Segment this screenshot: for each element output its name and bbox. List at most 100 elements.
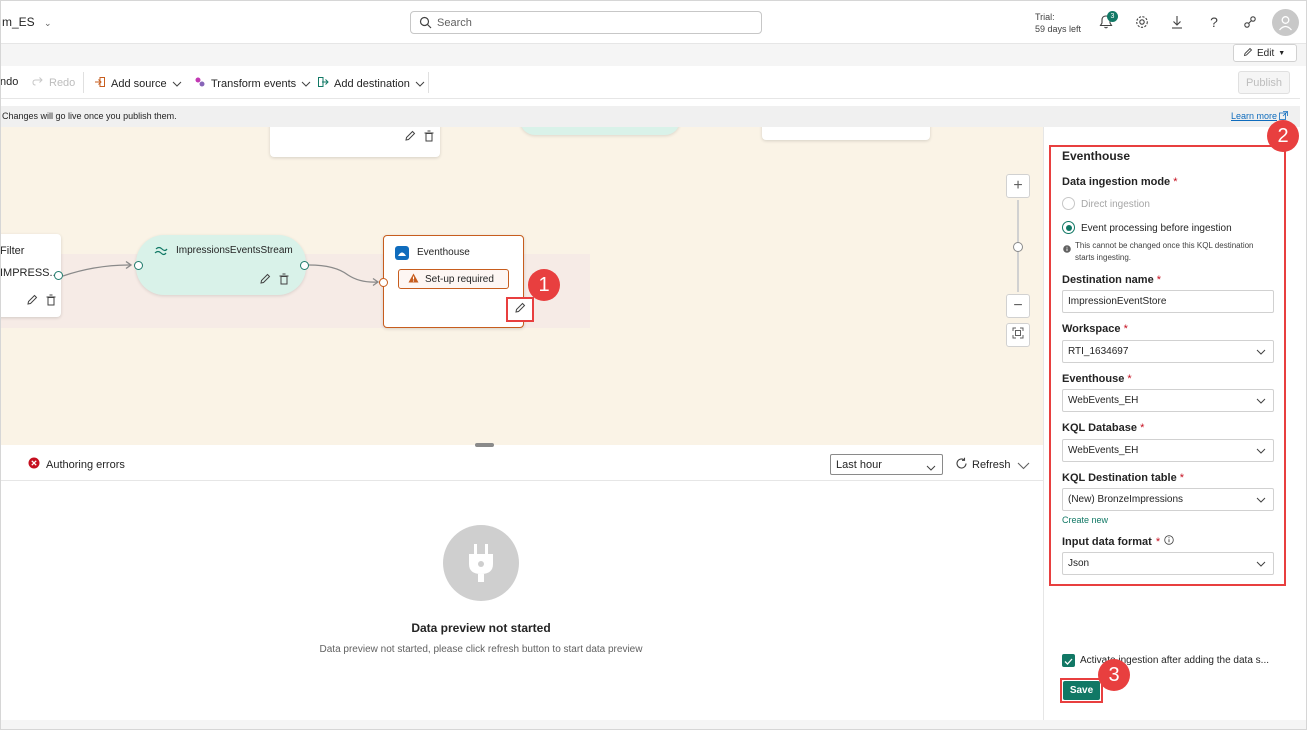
bottom-strip xyxy=(0,720,1307,730)
download-icon[interactable] xyxy=(1167,12,1187,32)
redo-label: Redo xyxy=(49,76,76,89)
info-icon[interactable] xyxy=(1164,535,1174,548)
setup-required-label: Set-up required xyxy=(425,273,494,285)
trash-icon[interactable] xyxy=(277,272,291,286)
event-processing-label: Event processing before ingestion xyxy=(1081,223,1232,234)
eventhouse-dropdown[interactable]: WebEvents_EH xyxy=(1062,389,1274,412)
activate-ingestion-checkbox[interactable] xyxy=(1062,654,1075,667)
event-processing-radio[interactable] xyxy=(1062,221,1075,234)
save-button[interactable]: Save xyxy=(1063,681,1100,700)
setup-required-badge: Set-up required xyxy=(398,269,509,289)
add-destination-label: Add destination xyxy=(334,77,410,90)
destination-name-label: Destination name * xyxy=(1062,274,1162,286)
pencil-icon xyxy=(514,302,526,317)
caret-down-icon: ▼ xyxy=(1278,49,1286,57)
chevron-down-icon: ⌄ xyxy=(44,18,52,28)
direct-ingestion-radio[interactable] xyxy=(1062,197,1075,210)
workspace-label: Workspace * xyxy=(1062,323,1128,335)
time-range-select[interactable]: Last hour xyxy=(830,454,943,475)
learn-more-label: Learn more xyxy=(1231,111,1278,121)
workspace-switcher[interactable]: m_ES ⌄ xyxy=(2,15,52,29)
help-icon[interactable]: ? xyxy=(1204,12,1224,32)
chevron-down-icon xyxy=(926,462,936,474)
chevron-down-icon xyxy=(1256,446,1266,457)
ingestion-mode-note: This cannot be changed once this KQL des… xyxy=(1075,241,1254,262)
info-bar: Changes will go live once you publish th… xyxy=(0,106,1300,127)
preview-header: Authoring errors Last hour Refresh xyxy=(0,445,1043,481)
search-input[interactable]: Search xyxy=(410,11,762,34)
kql-database-value: WebEvents_EH xyxy=(1068,445,1139,456)
eventhouse-icon xyxy=(394,245,410,264)
eventhouse-value: WebEvents_EH xyxy=(1068,395,1139,406)
chevron-down-icon xyxy=(301,78,311,90)
edit-label: Edit xyxy=(1257,47,1275,59)
collapse-chevron-icon[interactable] xyxy=(1017,459,1030,473)
eventhouse-node-title: Eventhouse xyxy=(417,247,470,258)
create-new-link[interactable]: Create new xyxy=(1062,515,1108,525)
fit-to-screen-button[interactable] xyxy=(1006,323,1030,347)
stream-node[interactable]: ImpressionsEventsStream xyxy=(136,235,306,295)
empty-state-title: Data preview not started xyxy=(411,621,551,635)
kql-table-dropdown[interactable]: (New) BronzeImpressions xyxy=(1062,488,1274,511)
zoom-out-button[interactable]: − xyxy=(1006,294,1030,318)
panel-title: Eventhouse xyxy=(1062,149,1131,163)
chevron-down-icon xyxy=(172,78,182,90)
fit-view-icon xyxy=(1012,326,1024,344)
error-icon xyxy=(28,457,40,472)
chevron-down-icon xyxy=(1256,347,1266,358)
plug-illustration-icon xyxy=(443,525,519,601)
transform-events-label: Transform events xyxy=(211,77,297,90)
search-icon xyxy=(419,16,432,32)
input-format-label: Input data format * xyxy=(1062,535,1174,548)
callout-step-2: 2 xyxy=(1267,120,1299,152)
flow-canvas[interactable]: Filter IMPRESS... ImpressionsEventsStrea… xyxy=(0,127,1043,445)
redo-button[interactable]: Redo xyxy=(32,76,75,89)
input-format-dropdown[interactable]: Json xyxy=(1062,552,1274,575)
publish-button[interactable]: Publish xyxy=(1238,71,1290,94)
destination-name-input[interactable]: ImpressionEventStore xyxy=(1062,290,1274,313)
authoring-errors-tab[interactable]: Authoring errors xyxy=(28,457,125,472)
edit-eventhouse-button[interactable] xyxy=(506,297,534,322)
chevron-down-icon xyxy=(415,78,425,90)
eventhouse-node[interactable]: Eventhouse Set-up required xyxy=(383,235,524,328)
search-placeholder: Search xyxy=(437,17,472,29)
input-port[interactable] xyxy=(379,278,388,287)
output-port[interactable] xyxy=(300,261,309,270)
destination-config-panel: Eventhouse Data ingestion mode * Direct … xyxy=(1043,120,1300,720)
redo-icon xyxy=(32,76,44,89)
add-source-button[interactable]: Add source xyxy=(94,76,182,91)
data-preview-pane: Authoring errors Last hour Refresh Data … xyxy=(0,443,1043,720)
pencil-icon[interactable] xyxy=(258,272,272,286)
refresh-label: Refresh xyxy=(972,459,1011,471)
workspace-value: RTI_1634697 xyxy=(1068,346,1129,357)
destination-name-value: ImpressionEventStore xyxy=(1068,296,1167,307)
kql-database-dropdown[interactable]: WebEvents_EH xyxy=(1062,439,1274,462)
transform-events-button[interactable]: Transform events xyxy=(194,76,311,91)
avatar[interactable] xyxy=(1272,9,1299,36)
refresh-button[interactable]: Refresh xyxy=(955,457,1011,473)
trial-label: Trial: xyxy=(1035,12,1055,22)
eventhouse-label: Eventhouse * xyxy=(1062,373,1132,385)
trial-days-left: 59 days left xyxy=(1035,24,1082,34)
edit-mode-button[interactable]: Edit ▼ xyxy=(1233,44,1297,62)
sign-out-icon xyxy=(317,76,329,91)
trial-status: Trial: 59 days left xyxy=(1035,11,1081,35)
empty-state-description: Data preview not started, please click r… xyxy=(319,644,643,655)
share-feedback-icon[interactable] xyxy=(1240,12,1260,32)
stream-node-title: ImpressionsEventsStream xyxy=(176,245,293,256)
refresh-icon xyxy=(955,457,968,473)
workspace-dropdown[interactable]: RTI_1634697 xyxy=(1062,340,1274,363)
callout-step-1: 1 xyxy=(528,269,560,301)
input-format-value: Json xyxy=(1068,558,1090,569)
zoom-slider-thumb[interactable] xyxy=(1013,242,1023,252)
zoom-in-button[interactable]: + xyxy=(1006,174,1030,198)
input-port[interactable] xyxy=(134,261,143,270)
toolbar-divider xyxy=(83,72,84,93)
warning-icon xyxy=(408,272,419,286)
add-destination-button[interactable]: Add destination xyxy=(317,76,425,91)
undo-button[interactable]: ndo xyxy=(0,76,18,88)
notification-count-badge: 3 xyxy=(1107,11,1118,22)
gear-icon[interactable] xyxy=(1132,12,1152,32)
authoring-errors-label: Authoring errors xyxy=(46,458,125,471)
toolbar: ndo Redo Add source Transform events Add… xyxy=(0,66,1300,99)
